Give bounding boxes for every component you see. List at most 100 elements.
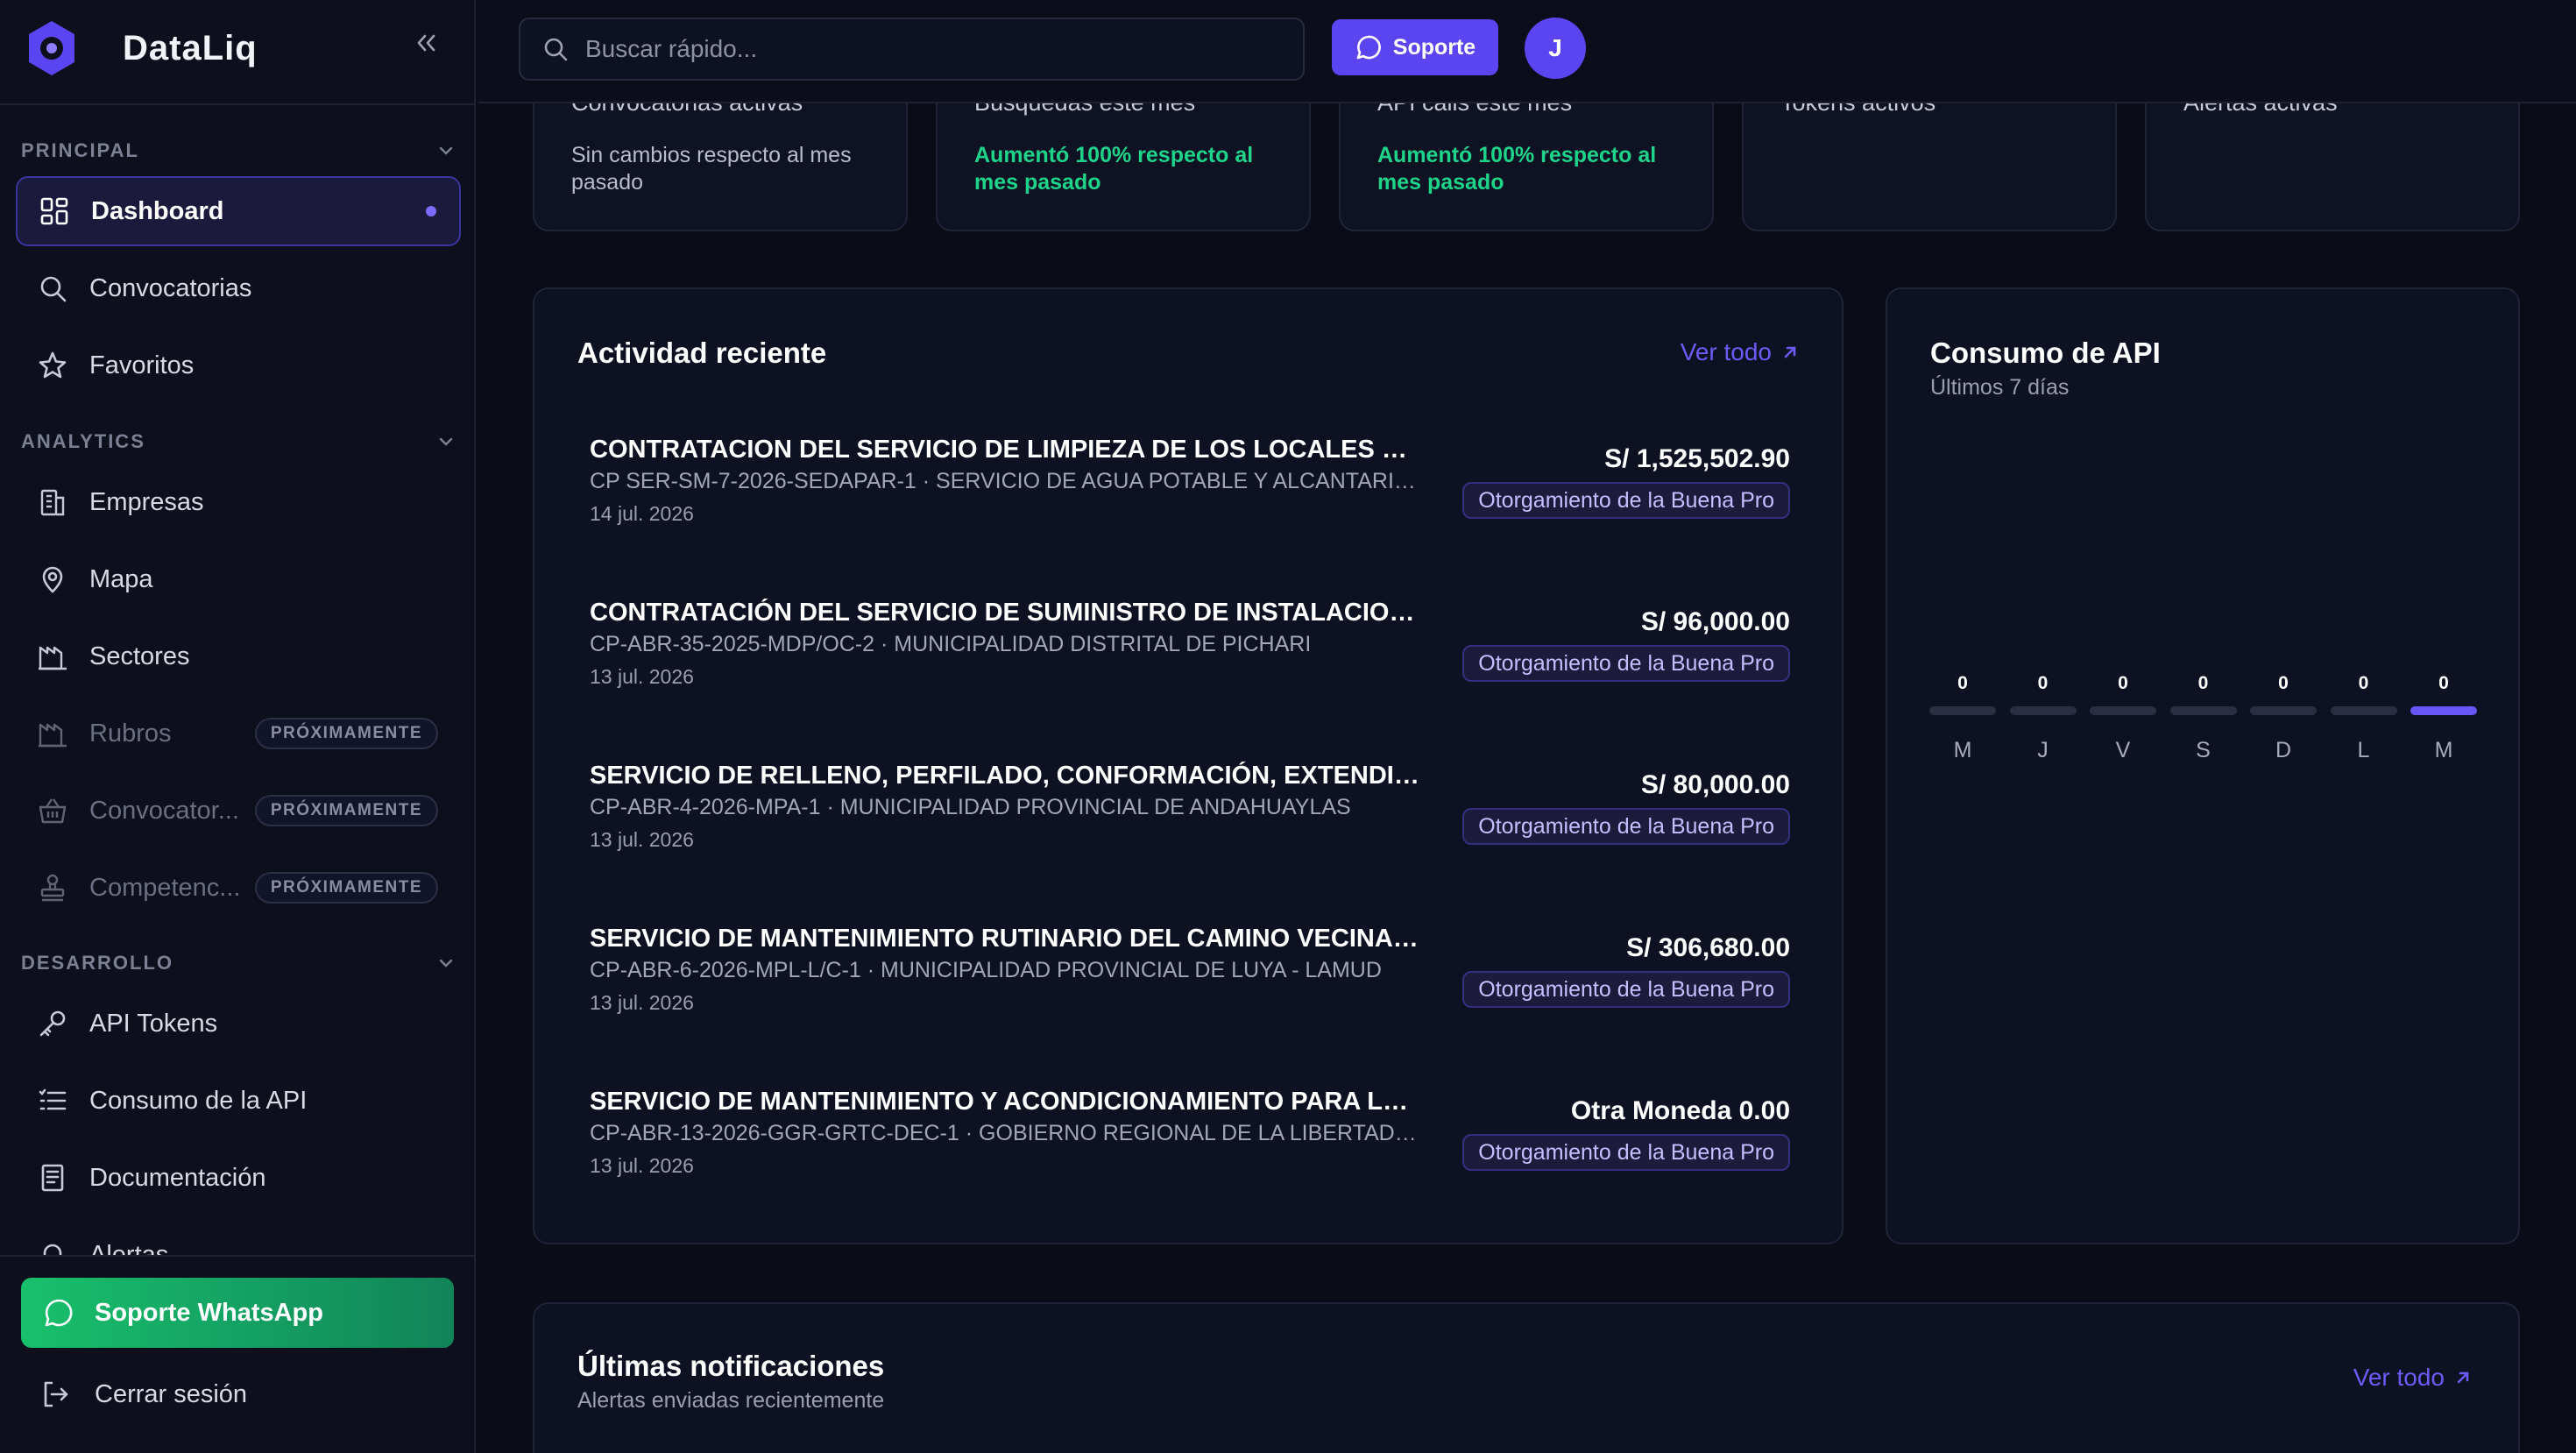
sidebar-item-api-tokens[interactable]: API Tokens <box>16 989 461 1059</box>
chart-bar[interactable] <box>2169 706 2237 715</box>
sidebar-item-favoritos[interactable]: Favoritos <box>16 330 461 400</box>
sidebar-divider <box>0 103 476 105</box>
user-avatar[interactable]: J <box>1525 18 1586 79</box>
building-icon <box>40 489 65 516</box>
sidebar-item-competencia: Competenc... PRÓXIMAMENTE <box>16 853 461 923</box>
panel-subtitle: Alertas enviadas recientemente <box>577 1388 885 1413</box>
activity-meta: CP-ABR-6-2026-MPL-L/C-1 · MUNICIPALIDAD … <box>590 958 1382 982</box>
quick-search[interactable] <box>519 18 1305 81</box>
activity-date: 13 jul. 2026 <box>590 991 694 1014</box>
activity-date: 13 jul. 2026 <box>590 1154 694 1177</box>
bar-value-label: 0 <box>2438 673 2449 693</box>
coming-soon-badge: PRÓXIMAMENTE <box>254 718 438 749</box>
sidebar-item-label: Mapa <box>89 564 153 593</box>
support-label: Soporte <box>1392 34 1476 60</box>
sidebar-item-label: Convocator... <box>89 796 239 825</box>
sidebar-item-alertas[interactable]: Alertas <box>16 1220 461 1255</box>
bar-day-label: L <box>2357 738 2370 762</box>
bar-day-label: D <box>2275 738 2292 762</box>
sidebar-item-label: Sectores <box>89 641 190 670</box>
logout-label: Cerrar sesión <box>95 1379 248 1408</box>
section-principal[interactable]: PRINCIPAL <box>21 138 456 164</box>
bar-value-label: 0 <box>2278 673 2289 693</box>
bar-day-label: S <box>2196 738 2211 762</box>
sidebar-item-dashboard[interactable]: Dashboard <box>16 176 461 246</box>
sidebar-item-label: API Tokens <box>89 1009 218 1038</box>
activity-date: 14 jul. 2026 <box>590 502 694 525</box>
bar-day-label: M <box>2434 738 2453 762</box>
support-button[interactable]: Soporte <box>1332 19 1498 75</box>
logout-button[interactable]: Cerrar sesión <box>21 1364 247 1425</box>
activity-title: SERVICIO DE RELLENO, PERFILADO, CONFORMA… <box>590 762 1422 790</box>
factory-icon <box>39 723 67 748</box>
activity-row[interactable]: SERVICIO DE MANTENIMIENTO Y ACONDICIONAM… <box>590 1088 1790 1219</box>
activity-date: 13 jul. 2026 <box>590 828 694 851</box>
sidebar-item-label: Empresas <box>89 487 204 516</box>
search-icon <box>40 276 67 302</box>
activity-row[interactable]: CONTRATACION DEL SERVICIO DE LIMPIEZA DE… <box>590 436 1790 567</box>
sidebar-item-label: Competenc... <box>89 873 241 902</box>
bar-value-label: 0 <box>2118 673 2128 693</box>
stamp-icon <box>40 874 65 902</box>
status-badge: Otorgamiento de la Buena Pro <box>1462 482 1790 519</box>
topbar: Soporte J <box>478 0 2576 103</box>
activity-row[interactable]: SERVICIO DE MANTENIMIENTO RUTINARIO DEL … <box>590 925 1790 1056</box>
logout-icon <box>44 1381 68 1407</box>
section-analytics[interactable]: ANALYTICS <box>21 429 456 455</box>
chart-bar[interactable] <box>2330 706 2397 715</box>
status-badge: Otorgamiento de la Buena Pro <box>1462 808 1790 845</box>
activity-title: CONTRATACIÓN DEL SERVICIO DE SUMINISTRO … <box>590 599 1422 627</box>
arrow-up-right-icon <box>1784 346 1796 358</box>
activity-row[interactable]: CONTRATACIÓN DEL SERVICIO DE SUMINISTRO … <box>590 599 1790 730</box>
sidebar-item-label: Dashboard <box>91 196 224 225</box>
bar-value-label: 0 <box>2037 673 2049 693</box>
bar-value-label: 0 <box>2197 673 2209 693</box>
sidebar-item-rubros: Rubros PRÓXIMAMENTE <box>16 698 461 769</box>
chart-bar[interactable] <box>2250 706 2317 715</box>
chart-bar[interactable] <box>2410 706 2477 715</box>
shopping-basket-icon <box>39 798 67 824</box>
see-all-activity-link[interactable]: Ver todo <box>1681 338 1800 366</box>
chart-bar[interactable] <box>2090 706 2156 715</box>
sidebar-item-convocatorias[interactable]: Convocatorias <box>16 253 461 323</box>
activity-row[interactable]: SERVICIO DE RELLENO, PERFILADO, CONFORMA… <box>590 762 1790 893</box>
sidebar-item-documentacion[interactable]: Documentación <box>16 1143 461 1213</box>
chevron-down-icon <box>439 959 453 967</box>
search-input[interactable] <box>585 35 1269 63</box>
brand[interactable]: DataLiq <box>26 19 258 77</box>
sidebar-item-label: Convocatorias <box>89 273 252 302</box>
sidebar-item-mapa[interactable]: Mapa <box>16 544 461 614</box>
see-all-label: Ver todo <box>1680 338 1772 365</box>
stat-trend: Aumentó 100% respecto al mes pasado <box>1377 143 1657 195</box>
sidebar-item-label: Consumo de la API <box>89 1086 308 1115</box>
chart-bar[interactable] <box>1929 706 1996 715</box>
notifications-panel: Últimas notificaciones Alertas enviadas … <box>533 1302 2520 1453</box>
chart-bar[interactable] <box>2009 706 2077 715</box>
activity-date: 13 jul. 2026 <box>590 665 694 688</box>
chat-bubble-icon <box>45 1299 73 1327</box>
activity-amount: S/ 80,000.00 <box>1640 770 1790 799</box>
coming-soon-badge: PRÓXIMAMENTE <box>254 795 438 826</box>
whatsapp-support-button[interactable]: Soporte WhatsApp <box>21 1278 454 1348</box>
section-desarrollo[interactable]: DESARROLLO <box>21 950 456 976</box>
sidebar-item-empresas[interactable]: Empresas <box>16 467 461 537</box>
brand-logo-icon <box>29 21 74 75</box>
sidebar-item-consumo-api[interactable]: Consumo de la API <box>16 1066 461 1136</box>
star-icon <box>39 351 67 379</box>
sidebar: DataLiq PRINCIPAL Dashboard Convocatoria… <box>0 0 476 1453</box>
brand-name: DataLiq <box>123 28 258 67</box>
panel-title: Últimas notificaciones <box>577 1350 885 1382</box>
sidebar-item-sectores[interactable]: Sectores <box>16 621 461 691</box>
bar-value-label: 0 <box>1957 673 1968 693</box>
search-icon <box>544 38 568 61</box>
bar-day-label: M <box>1953 738 1972 762</box>
dashboard-grid-icon <box>40 197 68 225</box>
sidebar-scroll-clip: Alertas <box>0 1220 476 1255</box>
sidebar-item-label: Alertas <box>89 1240 169 1256</box>
activity-title: SERVICIO DE MANTENIMIENTO RUTINARIO DEL … <box>590 925 1422 953</box>
collapse-sidebar-button[interactable] <box>410 30 442 61</box>
bell-icon <box>43 1244 62 1255</box>
activity-meta: CP-ABR-4-2026-MPA-1 · MUNICIPALIDAD PROV… <box>590 795 1351 819</box>
see-all-notifications-link[interactable]: Ver todo <box>2353 1364 2473 1392</box>
activity-amount: S/ 96,000.00 <box>1640 607 1790 636</box>
